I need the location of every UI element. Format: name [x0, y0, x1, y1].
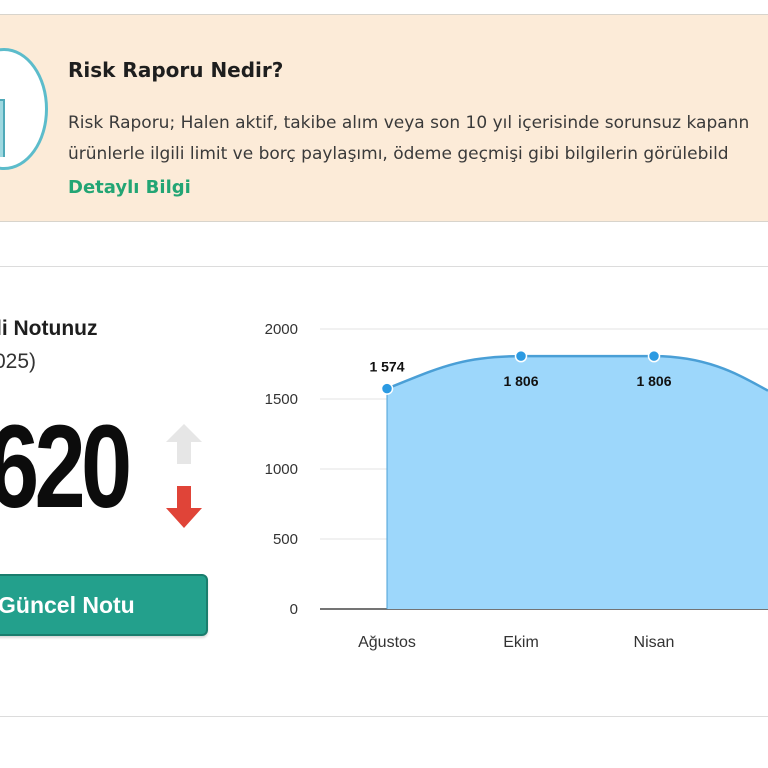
score-period: 025)	[0, 350, 37, 373]
data-point	[647, 349, 661, 363]
current-score-button-label: Güncel Notu	[0, 592, 135, 618]
banner-title: Risk Raporu Nedir?	[68, 58, 284, 82]
y-tick-label: 0	[290, 601, 298, 618]
data-point	[380, 382, 394, 395]
score-title: li Notunuz	[0, 317, 98, 340]
data-label: 1 806	[503, 373, 538, 389]
banner-description-line-2: ürünlerle ilgili limit ve borç paylaşımı…	[68, 144, 729, 164]
document-icon	[0, 48, 48, 170]
data-label: 1 806	[636, 373, 671, 389]
score-history-chart: 0 500 1000 1500 2000 1 574 Ağustos 1 806 Ekim 1 8…	[265, 321, 768, 651]
score-value: 620	[0, 401, 132, 533]
arrow-down-icon	[166, 486, 202, 528]
risk-report-info-banner: Risk Raporu Nedir? Risk Raporu; Halen ak…	[0, 14, 768, 222]
y-tick-label: 2000	[265, 321, 298, 338]
section-divider-bottom	[0, 716, 768, 717]
banner-description-line-1: Risk Raporu; Halen aktif, takibe alım ve…	[68, 113, 750, 133]
y-tick-label: 1000	[265, 461, 298, 478]
x-tick-label: Ağustos	[358, 634, 416, 651]
banner-description: Risk Raporu; Halen aktif, takibe alım ve…	[68, 108, 749, 170]
data-label: 1 574	[369, 359, 404, 375]
y-tick-label: 500	[273, 531, 298, 548]
arrow-up-icon	[166, 424, 202, 464]
data-point	[514, 349, 528, 363]
x-tick-label: Ekim	[503, 634, 539, 651]
section-divider-top	[0, 266, 768, 267]
current-score-button[interactable]: Güncel Notu	[0, 574, 208, 636]
document-icon-sheet	[0, 99, 5, 157]
y-tick-label: 1500	[265, 391, 298, 408]
details-link[interactable]: Detaylı Bilgi	[68, 177, 191, 198]
x-tick-label: Nisan	[634, 634, 675, 651]
series-area	[387, 356, 768, 609]
